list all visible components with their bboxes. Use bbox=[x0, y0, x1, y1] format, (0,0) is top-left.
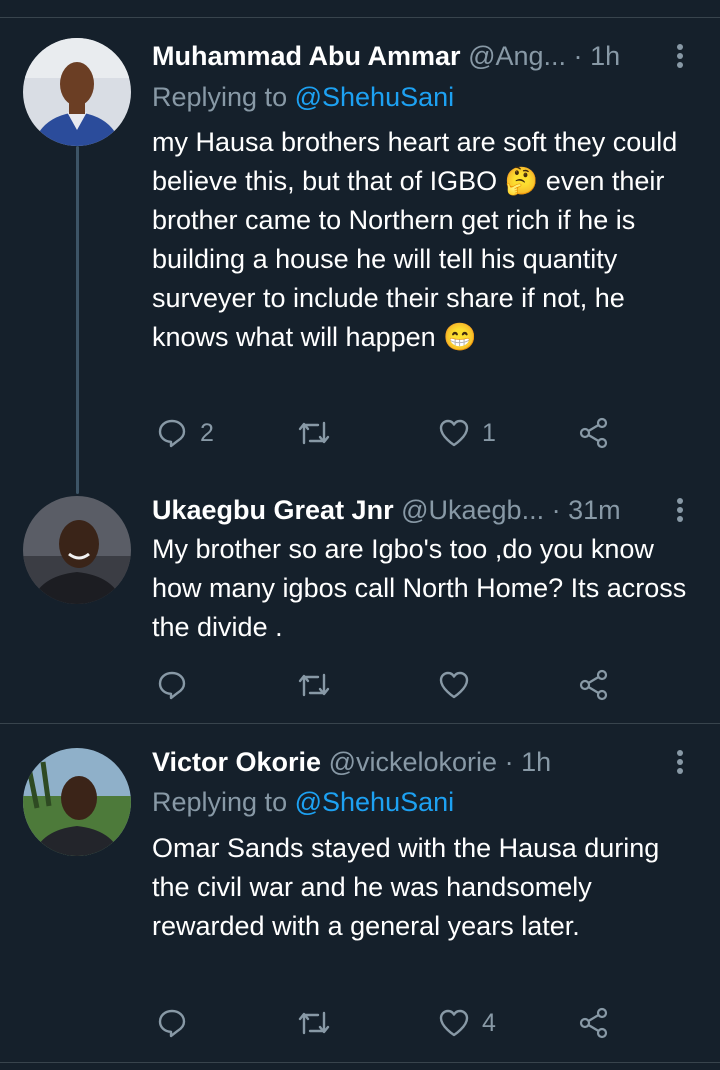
retweet-icon bbox=[298, 1011, 330, 1035]
like-button[interactable] bbox=[438, 667, 482, 703]
share-icon bbox=[579, 417, 608, 449]
replying-to: Replying to @ShehuSani bbox=[152, 79, 454, 115]
author-handle[interactable]: @Ang... bbox=[468, 41, 566, 71]
retweet-button[interactable] bbox=[296, 415, 332, 451]
share-button[interactable] bbox=[578, 667, 610, 703]
tweet-time[interactable]: 1h bbox=[521, 747, 551, 777]
tweet-divider bbox=[0, 1062, 720, 1063]
tweet-text: my Hausa brothers heart are soft they co… bbox=[152, 127, 678, 352]
like-button[interactable]: 4 bbox=[438, 1005, 496, 1041]
tweet-header: Muhammad Abu Ammar @Ang... · 1h bbox=[152, 38, 660, 74]
replying-label: Replying to bbox=[152, 82, 288, 112]
like-count: 1 bbox=[482, 418, 496, 447]
reply-icon bbox=[158, 671, 186, 700]
tweet-actions bbox=[152, 667, 632, 703]
more-vertical-icon[interactable] bbox=[672, 744, 688, 780]
separator-dot: · bbox=[504, 747, 514, 777]
like-count: 4 bbox=[482, 1008, 496, 1037]
reply-button[interactable] bbox=[156, 1005, 200, 1041]
share-button[interactable] bbox=[578, 415, 610, 451]
share-button[interactable] bbox=[578, 1005, 610, 1041]
tweet-header: Ukaegbu Great Jnr @Ukaegb... · 31m bbox=[152, 492, 660, 528]
tweet-actions: 4 bbox=[152, 1005, 632, 1041]
mention-link[interactable]: @ShehuSani bbox=[295, 82, 455, 112]
reply-button[interactable] bbox=[156, 667, 200, 703]
more-vertical-icon[interactable] bbox=[672, 38, 688, 74]
retweet-icon bbox=[298, 421, 330, 445]
top-divider bbox=[0, 17, 720, 18]
reply-count: 2 bbox=[200, 418, 214, 447]
reply-icon bbox=[158, 1009, 186, 1038]
author-name[interactable]: Ukaegbu Great Jnr bbox=[152, 495, 394, 525]
share-icon bbox=[579, 669, 608, 701]
tweet-time[interactable]: 31m bbox=[568, 495, 621, 525]
tweet-actions: 2 1 bbox=[152, 415, 632, 451]
tweet-text: My brother so are Igbo's too ,do you kno… bbox=[152, 534, 687, 642]
heart-icon bbox=[439, 419, 469, 447]
separator-dot: · bbox=[573, 41, 583, 71]
tweet-time[interactable]: 1h bbox=[590, 41, 620, 71]
author-name[interactable]: Victor Okorie bbox=[152, 747, 321, 777]
retweet-icon bbox=[298, 673, 330, 697]
mention-link[interactable]: @ShehuSani bbox=[295, 787, 455, 817]
author-handle[interactable]: @vickelokorie bbox=[329, 747, 497, 777]
replying-label: Replying to bbox=[152, 787, 288, 817]
avatar[interactable] bbox=[23, 38, 131, 146]
heart-icon bbox=[439, 671, 469, 699]
retweet-button[interactable] bbox=[296, 667, 332, 703]
author-name[interactable]: Muhammad Abu Ammar bbox=[152, 41, 461, 71]
avatar[interactable] bbox=[23, 496, 131, 604]
tweet-divider bbox=[0, 723, 720, 724]
heart-icon bbox=[439, 1009, 469, 1037]
replying-to: Replying to @ShehuSani bbox=[152, 784, 454, 820]
tweet-text: Omar Sands stayed with the Hausa during … bbox=[152, 833, 660, 941]
retweet-button[interactable] bbox=[296, 1005, 332, 1041]
author-handle[interactable]: @Ukaegb... bbox=[401, 495, 544, 525]
reply-icon bbox=[158, 419, 186, 448]
tweet-header: Victor Okorie @vickelokorie · 1h bbox=[152, 744, 660, 780]
like-button[interactable]: 1 bbox=[438, 415, 496, 451]
share-icon bbox=[579, 1007, 608, 1039]
reply-button[interactable]: 2 bbox=[156, 415, 214, 451]
more-vertical-icon[interactable] bbox=[672, 492, 688, 528]
separator-dot: · bbox=[551, 495, 561, 525]
avatar[interactable] bbox=[23, 748, 131, 856]
thread-connector bbox=[76, 146, 79, 494]
